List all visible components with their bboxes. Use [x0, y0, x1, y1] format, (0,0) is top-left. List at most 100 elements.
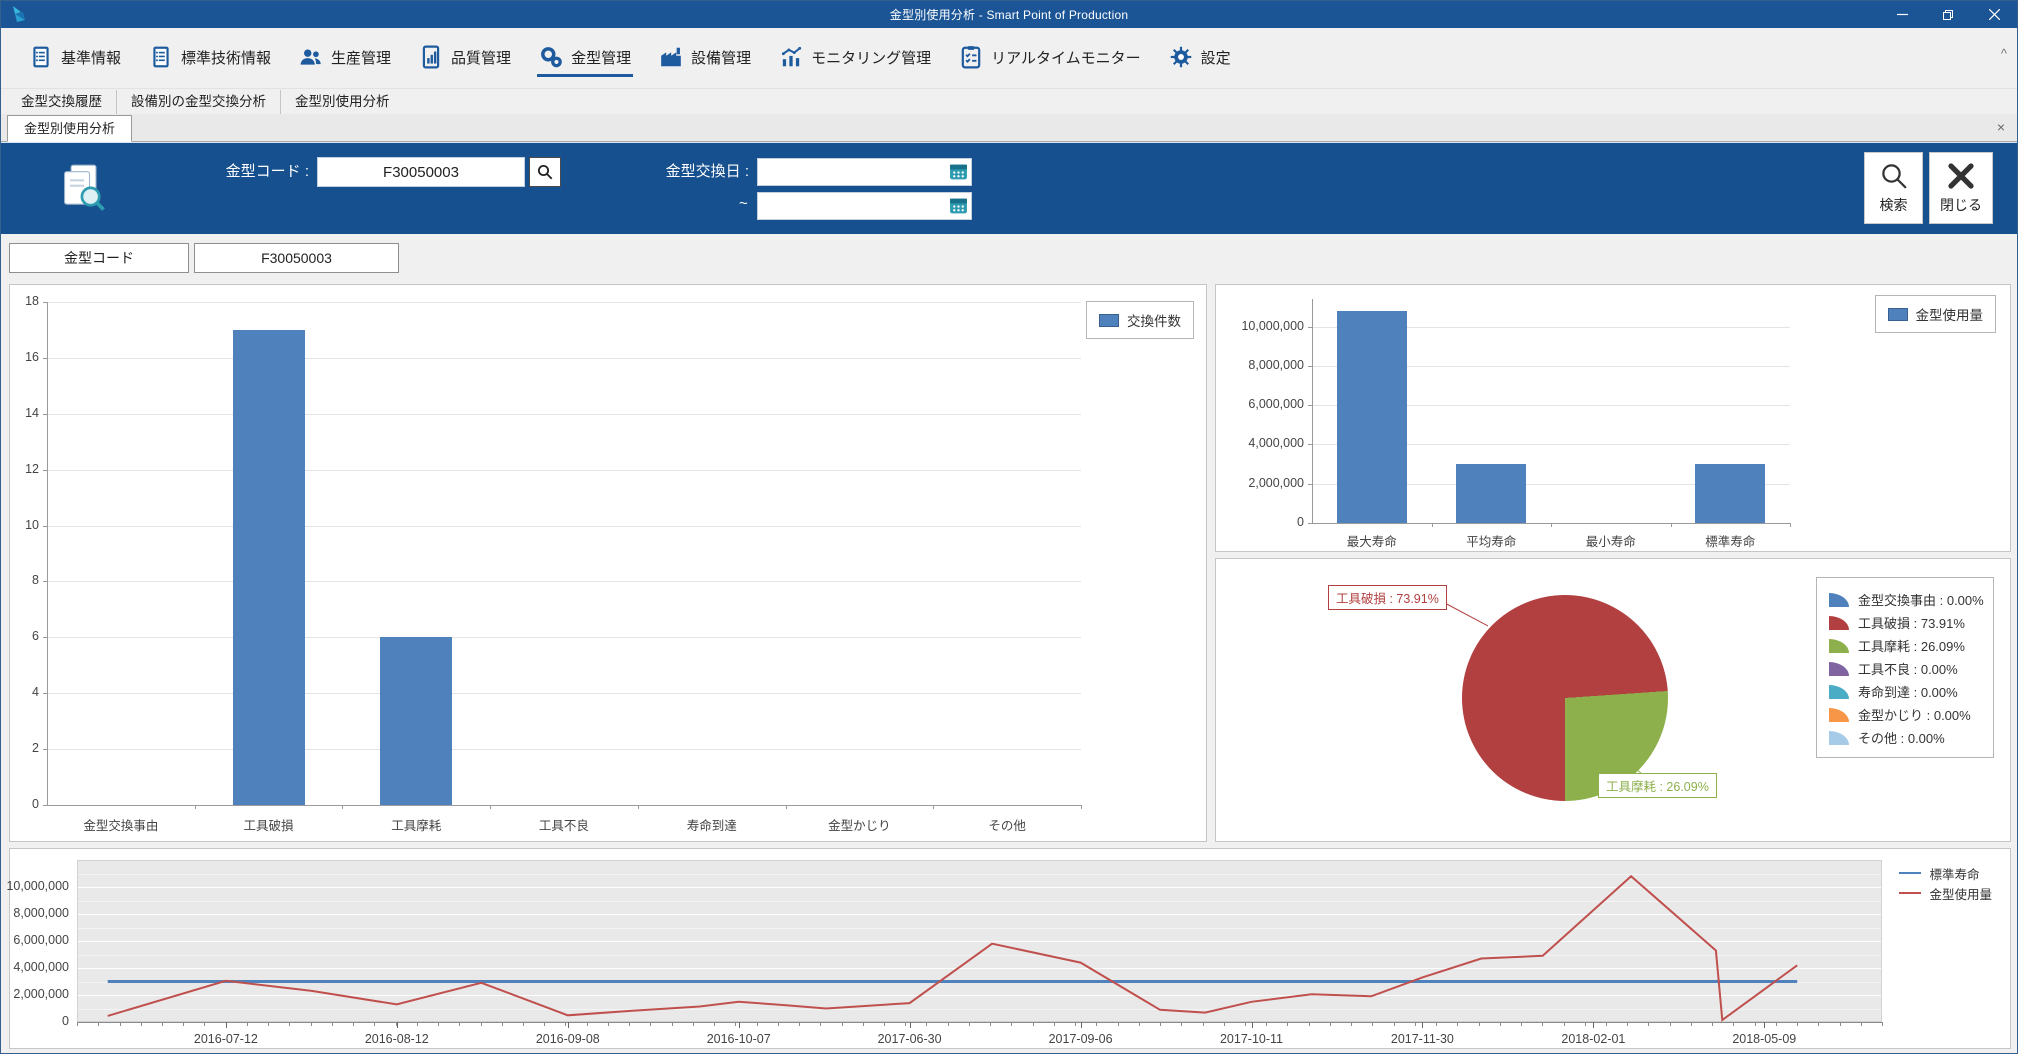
restore-button[interactable]: [1925, 1, 1971, 28]
x-axis-minor-tick: [650, 1022, 651, 1026]
x-axis-minor-tick: [1542, 1022, 1543, 1026]
x-axis-tick: [933, 805, 934, 809]
calendar-icon[interactable]: [949, 196, 968, 215]
x-axis-minor-tick: [1160, 1022, 1161, 1026]
mold-code-input[interactable]: [317, 157, 525, 187]
people-icon: [299, 45, 323, 69]
mold-code-label: 金型コード :: [197, 157, 309, 187]
x-axis-tick: [490, 805, 491, 809]
menu-item-label: 基準情報: [61, 47, 121, 68]
mold-code-search-button[interactable]: [529, 157, 561, 187]
x-axis-tick: [786, 805, 787, 809]
x-axis-label: 金型かじり: [786, 815, 934, 834]
search-icon: [536, 163, 554, 181]
legend-label: 標準寿命: [1929, 864, 1979, 883]
x-axis-label: 2017-09-06: [1021, 1032, 1141, 1046]
menu-collapse-chevron[interactable]: ^: [2001, 46, 2007, 61]
bar-1: [1337, 311, 1407, 523]
x-axis-tick: [397, 1022, 398, 1028]
x-axis-tick: [226, 1022, 227, 1028]
x-axis-minor-tick: [1606, 1022, 1607, 1026]
legend-item: 標準寿命: [1899, 863, 1992, 883]
tab-mold-usage-analysis[interactable]: 金型別使用分析: [7, 115, 132, 142]
y-axis-label: 2,000,000: [1220, 476, 1304, 490]
menu-item-standard-tech-info[interactable]: 標準技術情報: [135, 35, 285, 81]
x-axis-label: 金型交換事由: [47, 815, 195, 834]
x-axis-tick: [342, 805, 343, 809]
x-axis-minor-tick: [1797, 1022, 1798, 1026]
exchange-reason-pie-panel: 工具破損 : 73.91% 工具摩耗 : 26.09% 金型交換事由 : 0.0…: [1215, 558, 2011, 842]
x-axis-minor-tick: [417, 1022, 418, 1026]
x-axis-minor-tick: [544, 1022, 545, 1026]
grid-line: [47, 470, 1081, 471]
close-button[interactable]: [1971, 1, 2017, 28]
x-axis-label: 2016-09-08: [508, 1032, 628, 1046]
x-axis-minor-tick: [1309, 1022, 1310, 1026]
result-header-value: F30050003: [194, 243, 399, 273]
x-axis-minor-tick: [1436, 1022, 1437, 1026]
search-button[interactable]: 検索: [1864, 152, 1923, 224]
exchange-date-to-field: [757, 192, 972, 220]
y-axis-label: 0: [0, 797, 39, 811]
menu-item-quality[interactable]: 品質管理: [405, 35, 525, 81]
menu-item-monitoring[interactable]: モニタリング管理: [765, 35, 945, 81]
x-axis-tick: [1422, 1022, 1423, 1028]
calendar-icon[interactable]: [949, 162, 968, 181]
x-axis-minor-tick: [905, 1022, 906, 1026]
legend-item: 工具不良 : 0.00%: [1829, 657, 1983, 680]
menu-item-equipment[interactable]: 設備管理: [645, 35, 765, 81]
subtab-usage-analysis-by-mold[interactable]: 金型別使用分析: [281, 90, 404, 114]
x-axis-minor-tick: [481, 1022, 482, 1026]
x-axis-tick: [1671, 523, 1672, 527]
legend-item: 工具摩耗 : 26.09%: [1829, 634, 1983, 657]
y-axis-label: 10: [0, 518, 39, 532]
legend-label: 寿命到達 : 0.00%: [1858, 682, 1958, 701]
x-axis-minor-tick: [714, 1022, 715, 1026]
y-axis-label: 8,000,000: [0, 906, 69, 920]
minimize-button[interactable]: [1879, 1, 1925, 28]
x-axis-minor-tick: [1181, 1022, 1182, 1026]
grid-line: [47, 637, 1081, 638]
monitoring-chart-icon: [779, 45, 803, 69]
close-view-button[interactable]: 閉じる: [1929, 152, 1993, 224]
exchange-date-to-input[interactable]: [757, 192, 972, 220]
legend-item: 工具破損 : 73.91%: [1829, 611, 1983, 634]
pie-legend: 金型交換事由 : 0.00%工具破損 : 73.91%工具摩耗 : 26.09%…: [1816, 577, 1994, 758]
titlebar: 金型別使用分析 - Smart Point of Production: [1, 1, 2017, 28]
legend-label: 金型使用量: [1929, 884, 1992, 903]
menu-item-settings[interactable]: 設定: [1155, 35, 1245, 81]
subtab-mold-exchange-history[interactable]: 金型交換履歴: [7, 90, 117, 114]
chart-legend: 標準寿命金型使用量: [1899, 863, 1992, 903]
mold-usage-chart-panel: 金型使用量 02,000,0004,000,0006,000,0008,000,…: [1215, 284, 2011, 552]
x-axis-line: [77, 1022, 1882, 1023]
y-axis-label: 4,000,000: [0, 960, 69, 974]
x-axis-label: 2018-05-09: [1704, 1032, 1824, 1046]
legend-swatch: [1829, 731, 1849, 745]
subtab-exchange-analysis-by-equipment[interactable]: 設備別の金型交換分析: [117, 90, 281, 114]
pie-callout-tool-breakage: 工具破損 : 73.91%: [1328, 585, 1447, 610]
x-axis-tick: [568, 1022, 569, 1028]
menu-item-realtime-monitor[interactable]: リアルタイムモニター: [945, 35, 1155, 81]
legend-swatch: [1829, 662, 1849, 676]
x-axis-minor-tick: [1457, 1022, 1458, 1026]
x-axis-label: 2017-10-11: [1192, 1032, 1312, 1046]
clipboard-check-icon: [959, 45, 983, 69]
y-axis-label: 18: [0, 294, 39, 308]
tab-close-icon[interactable]: ×: [1997, 118, 2005, 136]
x-axis-minor-tick: [1394, 1022, 1395, 1026]
chart-legend: 金型使用量: [1875, 295, 1997, 333]
menu-item-master-info[interactable]: 基準情報: [15, 35, 135, 81]
x-axis-minor-tick: [1033, 1022, 1034, 1026]
x-axis-minor-tick: [1011, 1022, 1012, 1026]
x-axis-minor-tick: [672, 1022, 673, 1026]
x-axis-label: 2017-06-30: [850, 1032, 970, 1046]
x-axis-minor-tick: [1818, 1022, 1819, 1026]
exchange-date-from-input[interactable]: [757, 158, 972, 186]
x-axis-minor-tick: [969, 1022, 970, 1026]
menu-item-production[interactable]: 生産管理: [285, 35, 405, 81]
menu-item-mold-management[interactable]: 金型管理: [525, 35, 645, 81]
x-axis-minor-tick: [332, 1022, 333, 1026]
x-axis-line: [43, 805, 1081, 806]
x-axis-minor-tick: [268, 1022, 269, 1026]
search-icon: [1879, 161, 1909, 191]
